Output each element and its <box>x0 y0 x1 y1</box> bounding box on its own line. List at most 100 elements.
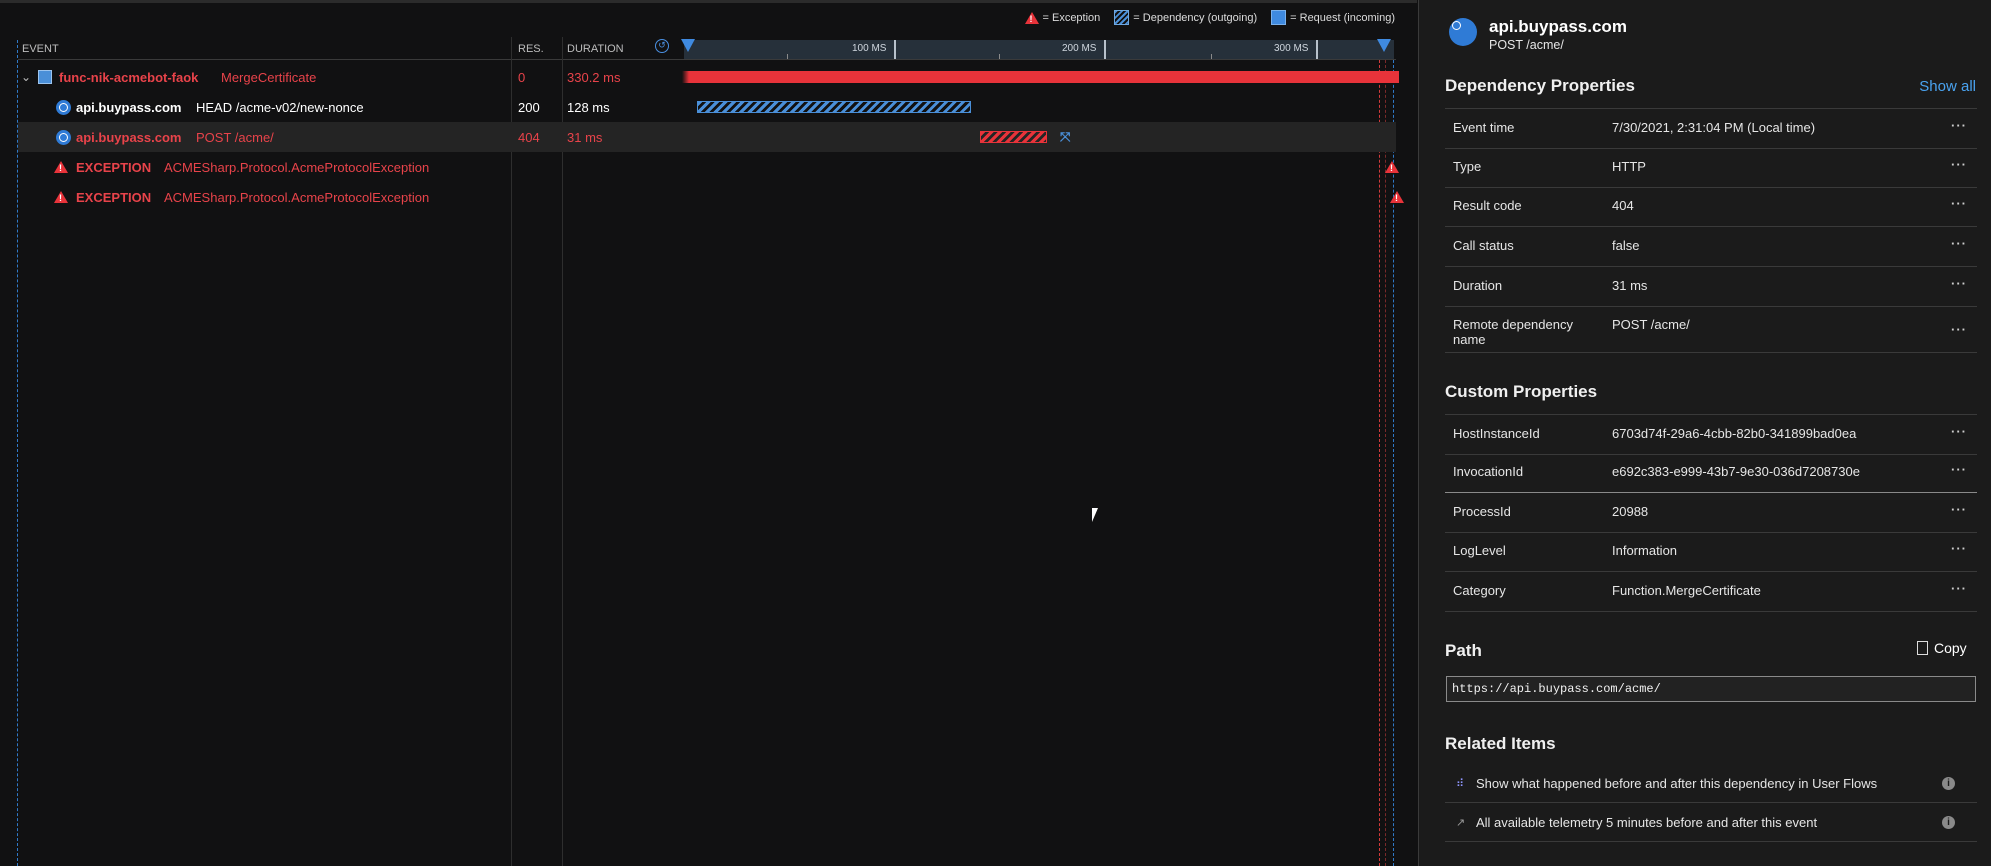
legend-exception-label: = Exception <box>1042 11 1101 24</box>
more-options-icon[interactable]: ··· <box>1951 236 1967 251</box>
axis-major-tick-300 <box>1316 40 1318 59</box>
property-key: Category <box>1453 583 1506 598</box>
legend-request-label: = Request (incoming) <box>1290 11 1395 24</box>
timeline-row-selected[interactable]: api.buypass.com POST /acme/ 404 31 ms ⤧ <box>18 122 1396 152</box>
exception-marker-icon[interactable]: ! <box>1390 191 1404 203</box>
related-item-user-flows[interactable]: ⠾ Show what happened before and after th… <box>1445 764 1977 803</box>
row-res: 404 <box>518 129 540 145</box>
property-key: Remote dependency name <box>1453 317 1573 347</box>
row-duration: 31 ms <box>567 129 603 145</box>
row-duration: 128 ms <box>567 99 610 115</box>
more-options-icon[interactable]: ··· <box>1951 424 1967 439</box>
more-options-icon[interactable]: ··· <box>1951 502 1967 517</box>
property-value: 7/30/2021, 2:31:04 PM (Local time) <box>1612 120 1816 135</box>
property-row[interactable]: HostInstanceId 6703d74f-29a6-4cbb-82b0-3… <box>1445 414 1977 455</box>
row-name: func-nik-acmebot-faok <box>59 69 199 85</box>
property-row[interactable]: Duration 31 ms ··· <box>1445 267 1977 307</box>
property-key: Event time <box>1453 120 1515 135</box>
exception-marker-icon[interactable]: ! <box>1385 161 1399 173</box>
path-heading: Path <box>1445 641 1482 660</box>
transaction-timeline-pane: ! = Exception = Dependency (outgoing) = … <box>0 0 1417 866</box>
globe-icon <box>56 99 71 115</box>
info-icon[interactable]: i <box>1942 776 1955 790</box>
chevron-down-icon[interactable]: ⌄ <box>21 70 31 84</box>
property-row[interactable]: Event time 7/30/2021, 2:31:04 PM (Local … <box>1445 108 1977 149</box>
property-key: Result code <box>1453 198 1522 213</box>
property-value: HTTP <box>1612 159 1646 174</box>
range-end-handle[interactable] <box>1377 39 1391 52</box>
function-app-icon <box>38 70 52 84</box>
timeline-row[interactable]: ⌄ func-nik-acmebot-faok MergeCertificate… <box>18 62 1399 92</box>
property-row[interactable]: Remote dependency name POST /acme/ ··· <box>1445 307 1977 353</box>
timeline-row[interactable]: api.buypass.com HEAD /acme-v02/new-nonce… <box>18 92 1396 122</box>
range-start-handle[interactable] <box>681 39 695 52</box>
property-value: 31 ms <box>1612 278 1648 293</box>
copy-button[interactable]: Copy <box>1917 640 1967 656</box>
info-icon[interactable]: i <box>1942 815 1955 829</box>
custom-properties-heading: Custom Properties <box>1445 382 1598 401</box>
more-options-icon[interactable]: ··· <box>1951 276 1967 291</box>
property-key: ProcessId <box>1453 504 1511 519</box>
copy-icon <box>1917 641 1928 655</box>
dependency-globe-icon <box>1449 18 1477 46</box>
axis-tick <box>1211 54 1212 59</box>
reset-zoom-icon[interactable]: ↺ <box>655 39 669 53</box>
panel-title: api.buypass.com <box>1489 17 1627 36</box>
legend-exception: ! = Exception <box>1024 11 1101 24</box>
path-value: https://api.buypass.com/acme/ <box>1452 682 1661 696</box>
row-name: api.buypass.com <box>76 99 182 115</box>
panel-subtitle: POST /acme/ <box>1489 38 1564 52</box>
more-options-icon[interactable]: ··· <box>1951 322 1967 337</box>
property-key: HostInstanceId <box>1453 426 1540 441</box>
dependency-swatch-icon <box>1114 10 1130 25</box>
path-field[interactable]: https://api.buypass.com/acme/ <box>1446 676 1976 702</box>
row-detail: POST /acme/ <box>196 129 274 145</box>
row-res: 200 <box>518 99 540 115</box>
dependency-bar[interactable] <box>697 101 971 113</box>
show-all-link[interactable]: Show all <box>1919 78 1976 95</box>
zoom-to-fit-icon[interactable]: ⤧ <box>1060 129 1070 145</box>
top-divider <box>0 0 1417 3</box>
property-key: InvocationId <box>1453 464 1524 479</box>
timeline-row[interactable]: ! EXCEPTION ACMESharp.Protocol.AcmeProto… <box>18 152 1399 182</box>
property-row[interactable]: LogLevel Information ··· <box>1445 533 1977 572</box>
globe-icon <box>56 129 71 145</box>
more-options-icon[interactable]: ··· <box>1951 118 1967 133</box>
row-detail: HEAD /acme-v02/new-nonce <box>196 99 364 115</box>
property-row[interactable]: Category Function.MergeCertificate ··· <box>1445 572 1977 612</box>
row-res: 0 <box>518 69 526 85</box>
property-value: Information <box>1612 543 1678 558</box>
more-options-icon[interactable]: ··· <box>1951 196 1967 211</box>
row-name: EXCEPTION <box>76 159 152 175</box>
property-row[interactable]: Type HTTP ··· <box>1445 148 1977 188</box>
failed-dependency-bar[interactable] <box>980 131 1047 143</box>
property-value: POST /acme/ <box>1612 317 1690 332</box>
request-swatch-icon <box>1271 10 1287 25</box>
column-event[interactable]: EVENT <box>22 43 59 55</box>
user-flows-icon: ⠾ <box>1456 777 1465 790</box>
axis-tick <box>999 54 1000 59</box>
time-axis[interactable]: 100 MS 200 MS 300 MS <box>684 40 1394 59</box>
more-options-icon[interactable]: ··· <box>1951 581 1967 596</box>
column-duration[interactable]: DURATION <box>567 43 624 55</box>
row-detail: ACMESharp.Protocol.AcmeProtocolException <box>164 189 430 205</box>
property-key: Call status <box>1453 238 1514 253</box>
row-name: api.buypass.com <box>76 129 182 145</box>
column-res[interactable]: RES. <box>518 43 544 55</box>
timeline-row[interactable]: ! EXCEPTION ACMESharp.Protocol.AcmeProto… <box>18 182 1404 212</box>
axis-major-tick-100 <box>894 40 896 59</box>
property-value: 20988 <box>1612 504 1649 519</box>
request-bar[interactable] <box>689 71 1399 83</box>
property-row[interactable]: Result code 404 ··· <box>1445 188 1977 227</box>
related-item-telemetry[interactable]: ↗ All available telemetry 5 minutes befo… <box>1445 803 1977 842</box>
row-detail: ACMESharp.Protocol.AcmeProtocolException <box>164 159 430 175</box>
property-row[interactable]: Call status false ··· <box>1445 227 1977 267</box>
more-options-icon[interactable]: ··· <box>1951 462 1967 477</box>
property-row[interactable]: ProcessId 20988 ··· <box>1445 493 1977 533</box>
exception-icon: ! <box>54 191 68 203</box>
axis-label-200: 200 MS <box>1062 43 1097 54</box>
property-row[interactable]: InvocationId e692c383-e999-43b7-9e30-036… <box>1445 454 1977 493</box>
axis-major-tick-200 <box>1104 40 1106 59</box>
more-options-icon[interactable]: ··· <box>1951 541 1967 556</box>
more-options-icon[interactable]: ··· <box>1951 157 1967 172</box>
